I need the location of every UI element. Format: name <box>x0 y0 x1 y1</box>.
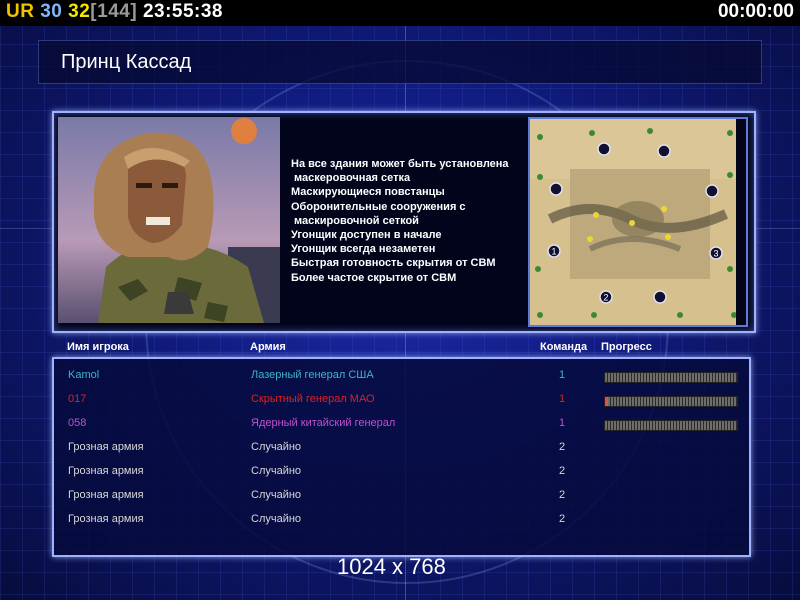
feature-line: Маскирующиеся повстанцы <box>291 186 445 199</box>
player-name: Грозная армия <box>68 441 144 453</box>
map-start-3: 3 <box>709 246 723 260</box>
player-name: Грозная армия <box>68 513 144 525</box>
player-team: 1 <box>559 417 566 429</box>
table-row: Грозная армия Случайно 2 <box>54 435 749 459</box>
player-name: Kamol <box>68 369 100 381</box>
table-row: Kamol Лазерный генерал США 1 <box>54 363 749 387</box>
table-row: 058 Ядерный китайский генерал 1 <box>54 411 749 435</box>
header-player-name: Имя игрока <box>67 341 129 353</box>
feature-line: Более частое скрытие от СВМ <box>291 271 457 284</box>
map-start-2-label: 2 <box>603 293 608 303</box>
general-features-list: На все здания может быть установлена мас… <box>291 157 531 285</box>
map-preview: 1 2 3 <box>528 117 748 327</box>
table-row: Грозная армия Случайно 2 <box>54 483 749 507</box>
feature-line: маскировочной сеткой <box>291 214 419 227</box>
player-name: 058 <box>68 417 87 429</box>
map-start-3-label: 3 <box>713 249 718 259</box>
progress-fill <box>605 397 608 406</box>
player-army: Скрытный генерал МАО <box>251 393 375 405</box>
player-army: Случайно <box>251 441 302 453</box>
player-army: Лазерный генерал США <box>251 369 374 381</box>
player-name: 017 <box>68 393 87 405</box>
player-team: 2 <box>559 489 566 501</box>
player-army: Ядерный китайский генерал <box>251 417 396 429</box>
player-table: Kamol Лазерный генерал США 1 017 Скрытны… <box>52 357 751 557</box>
player-team: 1 <box>559 369 566 381</box>
map-start-2: 2 <box>599 290 613 304</box>
progress-bar <box>604 420 738 431</box>
hud-num2: 32 <box>68 1 91 22</box>
progress-bar <box>604 396 738 407</box>
feature-line: Оборонительные сооружения с <box>291 200 466 213</box>
hud-bracket: [144] <box>90 1 138 22</box>
feature-line: Угонщик доступен в начале <box>291 229 442 242</box>
header-team: Команда <box>540 341 588 353</box>
player-team: 2 <box>559 465 566 477</box>
briefing-panel: На все здания может быть установлена мас… <box>52 111 756 333</box>
hud-ur: UR <box>6 1 35 22</box>
player-team: 1 <box>559 393 566 405</box>
progress-bar <box>604 372 738 383</box>
map-start-1: 1 <box>547 244 561 258</box>
feature-line: Быстрая готовность скрытия от СВМ <box>291 257 496 270</box>
map-start-1-label: 1 <box>551 247 556 257</box>
hud-clock: 23:55:38 <box>142 1 223 22</box>
hud-num1: 30 <box>40 1 63 22</box>
top-hud: UR 30 32[144] 23:55:38 00:00:00 <box>0 0 800 26</box>
player-army: Случайно <box>251 513 302 525</box>
resolution-label: 1024 x 768 <box>337 554 446 579</box>
hud-stats: UR 30 32[144] 23:55:38 <box>6 1 223 23</box>
player-name: Грозная армия <box>68 465 144 477</box>
player-army: Случайно <box>251 465 302 477</box>
feature-line: Угонщик всегда незаметен <box>291 243 436 256</box>
title-panel: Принц Кассад <box>38 40 762 84</box>
feature-line: маскеровочная сетка <box>291 172 411 185</box>
feature-line: На все здания может быть установлена <box>291 158 509 170</box>
player-army: Случайно <box>251 489 302 501</box>
header-army: Армия <box>250 341 286 353</box>
player-team: 2 <box>559 513 566 525</box>
general-portrait <box>58 117 280 323</box>
hud-timer: 00:00:00 <box>717 1 794 22</box>
header-progress: Прогресс <box>601 341 652 353</box>
page-title: Принц Кассад <box>61 51 192 73</box>
table-row: 017 Скрытный генерал МАО 1 <box>54 387 749 411</box>
player-team: 2 <box>559 441 566 453</box>
table-row: Грозная армия Случайно 2 <box>54 459 749 483</box>
player-name: Грозная армия <box>68 489 144 501</box>
table-row: Грозная армия Случайно 2 <box>54 507 749 531</box>
